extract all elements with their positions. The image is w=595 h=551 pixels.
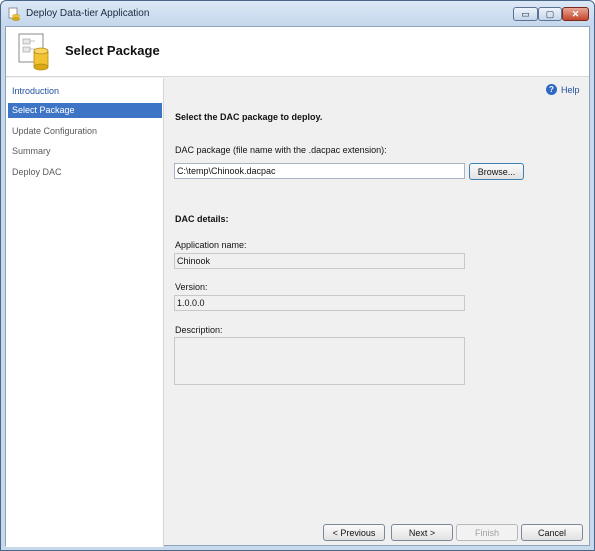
cancel-button[interactable]: Cancel	[521, 524, 583, 541]
help-link[interactable]: ? Help	[546, 84, 580, 95]
help-label: Help	[561, 84, 580, 95]
application-name-label: Application name:	[175, 240, 247, 250]
close-button[interactable]: ✕	[562, 7, 589, 21]
app-icon	[8, 7, 20, 21]
description-field	[174, 337, 465, 385]
title-bar[interactable]: Deploy Data-tier Application ▭ ▢ ✕	[1, 1, 594, 27]
nav-item-introduction[interactable]: Introduction	[8, 84, 162, 99]
deploy-dac-window: Deploy Data-tier Application ▭ ▢ ✕ Selec…	[0, 0, 595, 551]
nav-item-summary[interactable]: Summary	[8, 144, 162, 159]
minimize-icon: ▭	[521, 8, 530, 19]
nav-item-deploy-dac[interactable]: Deploy DAC	[8, 165, 162, 180]
package-database-icon	[18, 33, 49, 71]
wizard-step-nav: Introduction Select Package Update Confi…	[6, 78, 164, 547]
application-name-field: Chinook	[174, 253, 465, 269]
next-button[interactable]: Next >	[391, 524, 453, 541]
minimize-button[interactable]: ▭	[513, 7, 538, 21]
previous-button[interactable]: < Previous	[323, 524, 385, 541]
page-header: Select Package	[6, 27, 589, 77]
window-title: Deploy Data-tier Application	[26, 8, 150, 19]
version-label: Version:	[175, 282, 208, 292]
nav-item-update-configuration[interactable]: Update Configuration	[8, 124, 162, 139]
dac-package-input[interactable]: C:\temp\Chinook.dacpac	[174, 163, 465, 179]
dac-package-label: DAC package (file name with the .dacpac …	[175, 145, 387, 155]
finish-button: Finish	[456, 524, 518, 541]
browse-button[interactable]: Browse...	[469, 163, 524, 180]
nav-item-select-package[interactable]: Select Package	[8, 103, 162, 118]
select-package-heading: Select the DAC package to deploy.	[175, 112, 323, 122]
page-title: Select Package	[65, 43, 160, 58]
close-icon: ✕	[571, 8, 580, 19]
description-label: Description:	[175, 325, 223, 335]
dac-details-heading: DAC details:	[175, 214, 229, 224]
dialog-client-area: Select Package Introduction Select Packa…	[5, 26, 590, 547]
version-field: 1.0.0.0	[174, 295, 465, 311]
help-icon: ?	[546, 84, 557, 95]
maximize-icon: ▢	[545, 8, 555, 19]
maximize-button[interactable]: ▢	[538, 7, 562, 21]
